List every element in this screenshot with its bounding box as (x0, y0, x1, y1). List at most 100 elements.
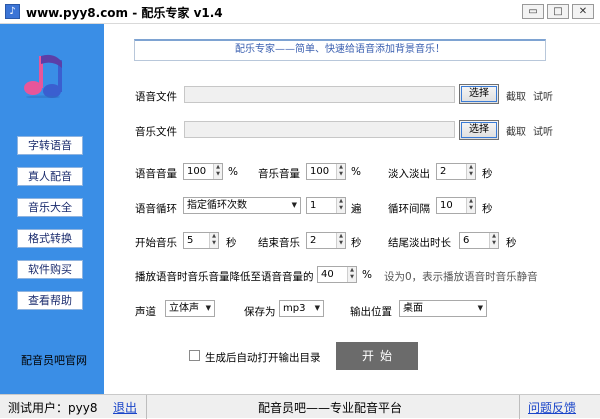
spin-arrows-icon[interactable]: ▲ ▼ (466, 198, 475, 213)
auto-open-checkbox[interactable] (189, 350, 200, 361)
spin-arrows-icon[interactable]: ▲ ▼ (347, 267, 356, 282)
spin-arrows-icon[interactable]: ▲ ▼ (336, 233, 345, 248)
fade-value: 2 (440, 166, 447, 177)
duck-hint: 设为0，表示播放语音时音乐静音 (384, 271, 538, 283)
save-as-value: mp3 (283, 303, 306, 314)
output-label: 输出位置 (350, 306, 392, 318)
music-file-label: 音乐文件 (135, 126, 177, 138)
fade-unit: 秒 (482, 168, 493, 180)
start-music-stepper[interactable]: 5 ▲ ▼ (183, 232, 219, 249)
status-divider (519, 395, 520, 419)
save-as-label: 保存为 (244, 306, 276, 318)
fade-label: 淡入淡出 (388, 168, 430, 180)
tail-fade-label: 结尾淡出时长 (388, 237, 451, 249)
official-site-link[interactable]: 配音员吧官网 (21, 352, 87, 368)
voice-loop-unit: 遍 (351, 203, 362, 215)
app-icon: ♪ (5, 4, 20, 19)
platform-slogan: 配音员吧——专业配音平台 (258, 401, 403, 415)
start-music-unit: 秒 (226, 237, 237, 249)
duck-stepper[interactable]: 40 ▲ ▼ (317, 266, 357, 283)
output-value: 桌面 (403, 303, 423, 314)
channel-label: 声道 (135, 306, 156, 318)
voice-loop-label: 语音循环 (135, 203, 177, 215)
spin-arrows-icon[interactable]: ▲ ▼ (336, 164, 345, 179)
minimize-button[interactable]: ▭ (522, 4, 544, 19)
sidebar-item-purchase[interactable]: 软件购买 (17, 260, 83, 279)
voice-file-choose-button[interactable]: 选择 (459, 84, 499, 104)
app-window: ♪ www.pyy8.com - 配乐专家 v1.4 ▭ □ ✕ 字转语音 真人… (0, 0, 600, 419)
voice-volume-value: 100 (187, 166, 207, 177)
sidebar-item-music-library[interactable]: 音乐大全 (17, 198, 83, 217)
fade-stepper[interactable]: 2 ▲ ▼ (436, 163, 476, 180)
channel-select[interactable]: 立体声 ▼ (165, 300, 215, 317)
end-music-value: 2 (310, 235, 317, 246)
tail-fade-unit: 秒 (506, 237, 517, 249)
voice-loop-option: 指定循环次数 (187, 200, 247, 211)
voice-volume-unit: % (228, 166, 238, 178)
end-music-stepper[interactable]: 2 ▲ ▼ (306, 232, 346, 249)
end-music-label: 结束音乐 (258, 237, 300, 249)
sidebar-item-help[interactable]: 查看帮助 (17, 291, 83, 310)
auto-open-label: 生成后自动打开输出目录 (205, 352, 321, 364)
chevron-down-icon: ▼ (477, 304, 483, 312)
chevron-down-icon: ▼ (291, 201, 297, 209)
music-clip-button[interactable]: 截取 (506, 123, 526, 138)
output-select[interactable]: 桌面 ▼ (399, 300, 487, 317)
duck-unit: % (362, 269, 372, 281)
maximize-button[interactable]: □ (547, 4, 569, 19)
chevron-down-icon: ▼ (205, 304, 211, 312)
loop-interval-unit: 秒 (482, 203, 493, 215)
current-user: 测试用户：pyy8 (8, 401, 98, 415)
window-title: www.pyy8.com - 配乐专家 v1.4 (26, 6, 223, 20)
title-bar: ♪ www.pyy8.com - 配乐专家 v1.4 ▭ □ ✕ (0, 0, 600, 24)
channel-value: 立体声 (169, 303, 199, 314)
music-volume-stepper[interactable]: 100 ▲ ▼ (306, 163, 346, 180)
spin-arrows-icon[interactable]: ▲ ▼ (336, 198, 345, 213)
save-as-select[interactable]: mp3 ▼ (279, 300, 324, 317)
voice-loop-count-value: 1 (310, 200, 317, 211)
start-music-value: 5 (187, 235, 194, 246)
banner-slogan: 配乐专家——简单、快速给语音添加背景音乐！ (134, 39, 546, 61)
music-volume-label: 音乐音量 (258, 168, 300, 180)
logout-link[interactable]: 退出 (113, 399, 137, 416)
voice-file-path-input[interactable] (184, 86, 455, 103)
voice-volume-label: 语音音量 (135, 168, 177, 180)
music-volume-unit: % (351, 166, 361, 178)
loop-interval-value: 10 (440, 200, 453, 211)
loop-interval-stepper[interactable]: 10 ▲ ▼ (436, 197, 476, 214)
sidebar-item-human-voice[interactable]: 真人配音 (17, 167, 83, 186)
sidebar: 字转语音 真人配音 音乐大全 格式转换 软件购买 查看帮助 配音员吧官网 (0, 24, 104, 394)
voice-loop-count-stepper[interactable]: 1 ▲ ▼ (306, 197, 346, 214)
main-panel: 配乐专家——简单、快速给语音添加背景音乐！ 语音文件 选择 截取 试听 音乐文件… (104, 24, 600, 394)
duck-value: 40 (321, 269, 334, 280)
music-file-choose-button[interactable]: 选择 (459, 120, 499, 140)
tail-fade-stepper[interactable]: 6 ▲ ▼ (459, 232, 499, 249)
spin-arrows-icon[interactable]: ▲ ▼ (209, 233, 218, 248)
voice-file-label: 语音文件 (135, 91, 177, 103)
start-music-label: 开始音乐 (135, 237, 177, 249)
window-controls: ▭ □ ✕ (522, 4, 594, 19)
music-volume-value: 100 (310, 166, 330, 177)
voice-volume-stepper[interactable]: 100 ▲ ▼ (183, 163, 223, 180)
voice-loop-select[interactable]: 指定循环次数 ▼ (183, 197, 301, 214)
music-file-path-input[interactable] (184, 121, 455, 138)
start-button[interactable]: 开始 (336, 342, 418, 370)
voice-listen-button[interactable]: 试听 (533, 88, 553, 103)
status-divider (146, 395, 147, 419)
music-note-logo-icon (24, 54, 62, 98)
end-music-unit: 秒 (351, 237, 362, 249)
status-bar: 测试用户：pyy8 退出 配音员吧——专业配音平台 问题反馈 (0, 394, 600, 419)
chevron-down-icon: ▼ (314, 304, 320, 312)
voice-clip-button[interactable]: 截取 (506, 88, 526, 103)
spin-arrows-icon[interactable]: ▲ ▼ (466, 164, 475, 179)
sidebar-item-format-convert[interactable]: 格式转换 (17, 229, 83, 248)
close-button[interactable]: ✕ (572, 4, 594, 19)
loop-interval-label: 循环间隔 (388, 203, 430, 215)
spin-arrows-icon[interactable]: ▲ ▼ (489, 233, 498, 248)
sidebar-item-tts[interactable]: 字转语音 (17, 136, 83, 155)
tail-fade-value: 6 (463, 235, 470, 246)
spin-arrows-icon[interactable]: ▲ ▼ (213, 164, 222, 179)
duck-label: 播放语音时音乐音量降低至语音音量的 (135, 271, 314, 283)
music-listen-button[interactable]: 试听 (533, 123, 553, 138)
feedback-link[interactable]: 问题反馈 (528, 399, 576, 416)
